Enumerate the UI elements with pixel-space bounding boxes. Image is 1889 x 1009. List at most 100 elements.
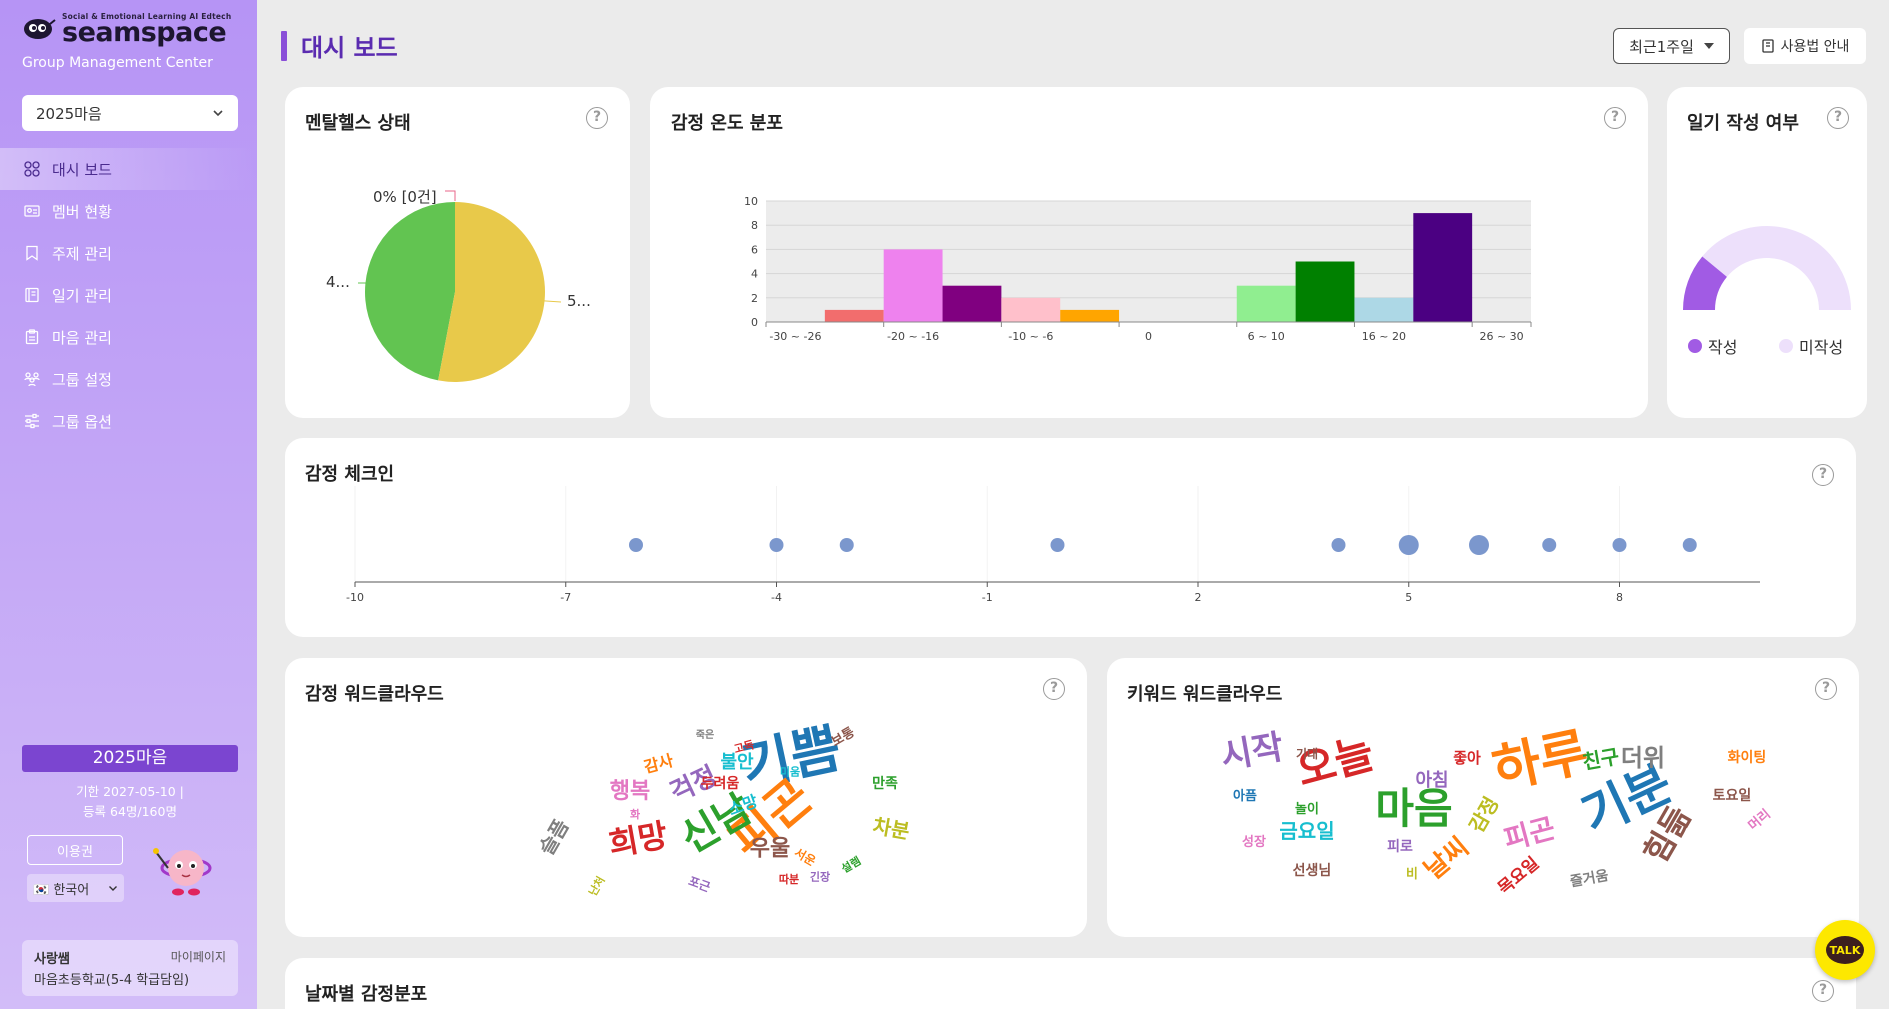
legend-written: 작성 [1688, 334, 1737, 358]
wordcloud-word: 행복 [610, 779, 650, 804]
wordcloud-word: 시작 [1218, 727, 1287, 777]
legend-label: 작성 [1708, 338, 1738, 357]
sidebar-item-dashboard[interactable]: 대시 보드 [0, 148, 257, 190]
page-title: 대시 보드 [301, 34, 398, 62]
wordcloud-word: 감정 [1464, 793, 1503, 837]
wordcloud-word: 슬픔 [534, 815, 573, 859]
sidebar-item-group-options[interactable]: 그룹 옵션 [0, 400, 257, 442]
usage-guide-label: 사용법 안내 [1780, 39, 1850, 55]
wordcloud-word: 난처 [585, 874, 607, 899]
organization-select[interactable]: 2025마음 [22, 95, 238, 131]
sidebar-nav: 대시 보드 멤버 현황 주제 관리 일기 관리 마음 관리 그룹 설정 그룹 옵… [0, 148, 257, 442]
sidebar-item-label: 멤버 현황 [52, 202, 112, 221]
mental-health-card: 멘탈헬스 상태 ? 0% [0건] 4... 5... [285, 87, 630, 418]
wordcloud-word: 죽은 [696, 729, 714, 741]
group-info: 기한 2027-05-10 | 등록 64명/160명 [22, 782, 238, 822]
sidebar-item-diary[interactable]: 일기 관리 [0, 274, 257, 316]
talk-icon: TALK [1826, 936, 1864, 964]
sidebar-item-label: 대시 보드 [52, 160, 112, 179]
x-tick-label: 5 [1405, 591, 1412, 604]
emotion-wordcloud-card: 감정 워드클라우드 ? 기쁨 피곤 신남 희망 걱정 행복 우울 차분 불안 슬픔 소망 두려움 감사 만… [285, 658, 1087, 937]
bar [1295, 261, 1355, 322]
language-select[interactable]: 🇰🇷 한국어 [27, 874, 124, 902]
wordcloud-word: 목요일 [1494, 853, 1543, 898]
user-name: 사랑쌤 [34, 952, 70, 967]
wordcloud-word: 비 [1406, 867, 1418, 882]
emotion-checkin-card: 감정 체크인 ? -10 -7 -4 -1 2 5 8 [285, 438, 1856, 637]
bar [824, 309, 884, 322]
bar [1236, 285, 1296, 322]
wordcloud-word: 두려움 [701, 775, 740, 792]
help-icon[interactable]: ? [1812, 980, 1834, 1002]
brand-logo[interactable]: Social & Emotional Learning AI Edtech se… [22, 12, 242, 71]
scatter-point [1050, 538, 1065, 552]
brand-subtitle: Group Management Center [22, 55, 213, 71]
sidebar-item-label: 주제 관리 [52, 244, 112, 263]
keyword-wordcloud-card: 키워드 워드클라우드 ? 하루 기분 마음 오늘 시작 힘듦 피곤 날씨 더위 금요일 감정 목요일 친… [1107, 658, 1859, 937]
wordcloud-word: 미움 [780, 765, 800, 779]
sidebar-item-group-settings[interactable]: 그룹 설정 [0, 358, 257, 400]
pie-label: 0% [0건] [373, 188, 437, 206]
sidebar-item-label: 그룹 옵션 [52, 412, 112, 431]
sidebar-item-topics[interactable]: 주제 관리 [0, 232, 257, 274]
caret-down-icon [1703, 43, 1714, 49]
sidebar-item-label: 일기 관리 [52, 286, 112, 305]
kakao-talk-button[interactable]: TALK [1815, 920, 1875, 980]
seamspace-logo-icon [24, 18, 56, 39]
wordcloud-word: 마음 [1375, 784, 1452, 833]
pie-slice [364, 202, 455, 381]
scatter-point [1542, 538, 1557, 552]
sidebar-item-label: 마음 관리 [52, 328, 112, 347]
emotion-temperature-card: 감정 온도 분포 ? 0 2 4 6 8 10 -30 ~ -26 -20 ~ -16 -10 … [650, 87, 1648, 418]
wordcloud-word: 오늘 [1292, 728, 1379, 795]
scatter-point [1469, 535, 1489, 555]
x-tick-label: -7 [560, 591, 571, 604]
wordcloud-word: 화 [630, 807, 640, 821]
wordcloud-word: 선생님 [1293, 863, 1332, 879]
group-name-badge: 2025마음 [22, 745, 238, 772]
mascot-character [153, 848, 212, 896]
wordcloud-word: 따분 [779, 872, 799, 886]
wordcloud-word: 놀이 [1295, 801, 1319, 817]
card-title: 날짜별 감정분포 [305, 984, 428, 1005]
wordcloud-word: 친구 [1581, 744, 1621, 774]
dashboard-icon [24, 161, 40, 177]
scatter-point [1682, 538, 1697, 552]
organization-select-value: 2025마음 [36, 104, 102, 123]
page-header: 대시 보드 [281, 28, 398, 63]
diary-status-card: 일기 작성 여부 ? 작성 미작성 [1667, 87, 1867, 418]
y-tick-label: 6 [751, 243, 758, 256]
x-tick-label: 0 [1145, 330, 1152, 343]
title-accent-bar [281, 30, 287, 61]
x-tick-label: -30 ~ -26 [769, 330, 821, 343]
wordcloud-word: 더위 [1621, 744, 1665, 772]
pie-label: 5... [567, 292, 591, 310]
sidebar-item-mind[interactable]: 마음 관리 [0, 316, 257, 358]
language-select-value: 🇰🇷 한국어 [33, 882, 90, 898]
keyword-wordcloud: 하루기분마음오늘시작힘듦피곤날씨더위금요일 감정목요일친구아침선생님 즐거움화이팅토… [1218, 722, 1774, 899]
y-tick-label: 8 [751, 219, 758, 232]
x-tick-label: 2 [1195, 591, 1202, 604]
wordcloud-word: 기대 [1296, 746, 1318, 761]
usage-guide-button[interactable]: 사용법 안내 [1744, 28, 1866, 64]
wordcloud-word: 좋아 [1453, 749, 1481, 767]
wordcloud-word: 날씨 [1419, 832, 1475, 886]
legend-not-written: 미작성 [1779, 334, 1843, 358]
sidebar-item-members[interactable]: 멤버 현황 [0, 190, 257, 232]
bookmark-icon [26, 245, 38, 261]
period-select[interactable]: 최근1주일 [1613, 28, 1730, 64]
wordcloud-word: 아픔 [1233, 788, 1257, 804]
group-registered: 등록 64명/160명 [83, 804, 177, 819]
ticket-button[interactable]: 이용권 [27, 835, 123, 865]
sliders-icon [25, 413, 39, 429]
y-tick-label: 2 [751, 292, 758, 305]
bar [1060, 309, 1120, 322]
user-school: 마음초등학교(5-4 학급담임) [34, 973, 190, 988]
chevron-down-icon [109, 885, 117, 891]
x-tick-label: -4 [771, 591, 782, 604]
group-icon [24, 372, 40, 387]
x-tick-label: -10 ~ -6 [1008, 330, 1053, 343]
gauge-not-written-arc [1702, 226, 1851, 310]
wordcloud-word: 설렘 [839, 853, 864, 875]
mypage-link[interactable]: 마이페이지 [171, 948, 226, 967]
